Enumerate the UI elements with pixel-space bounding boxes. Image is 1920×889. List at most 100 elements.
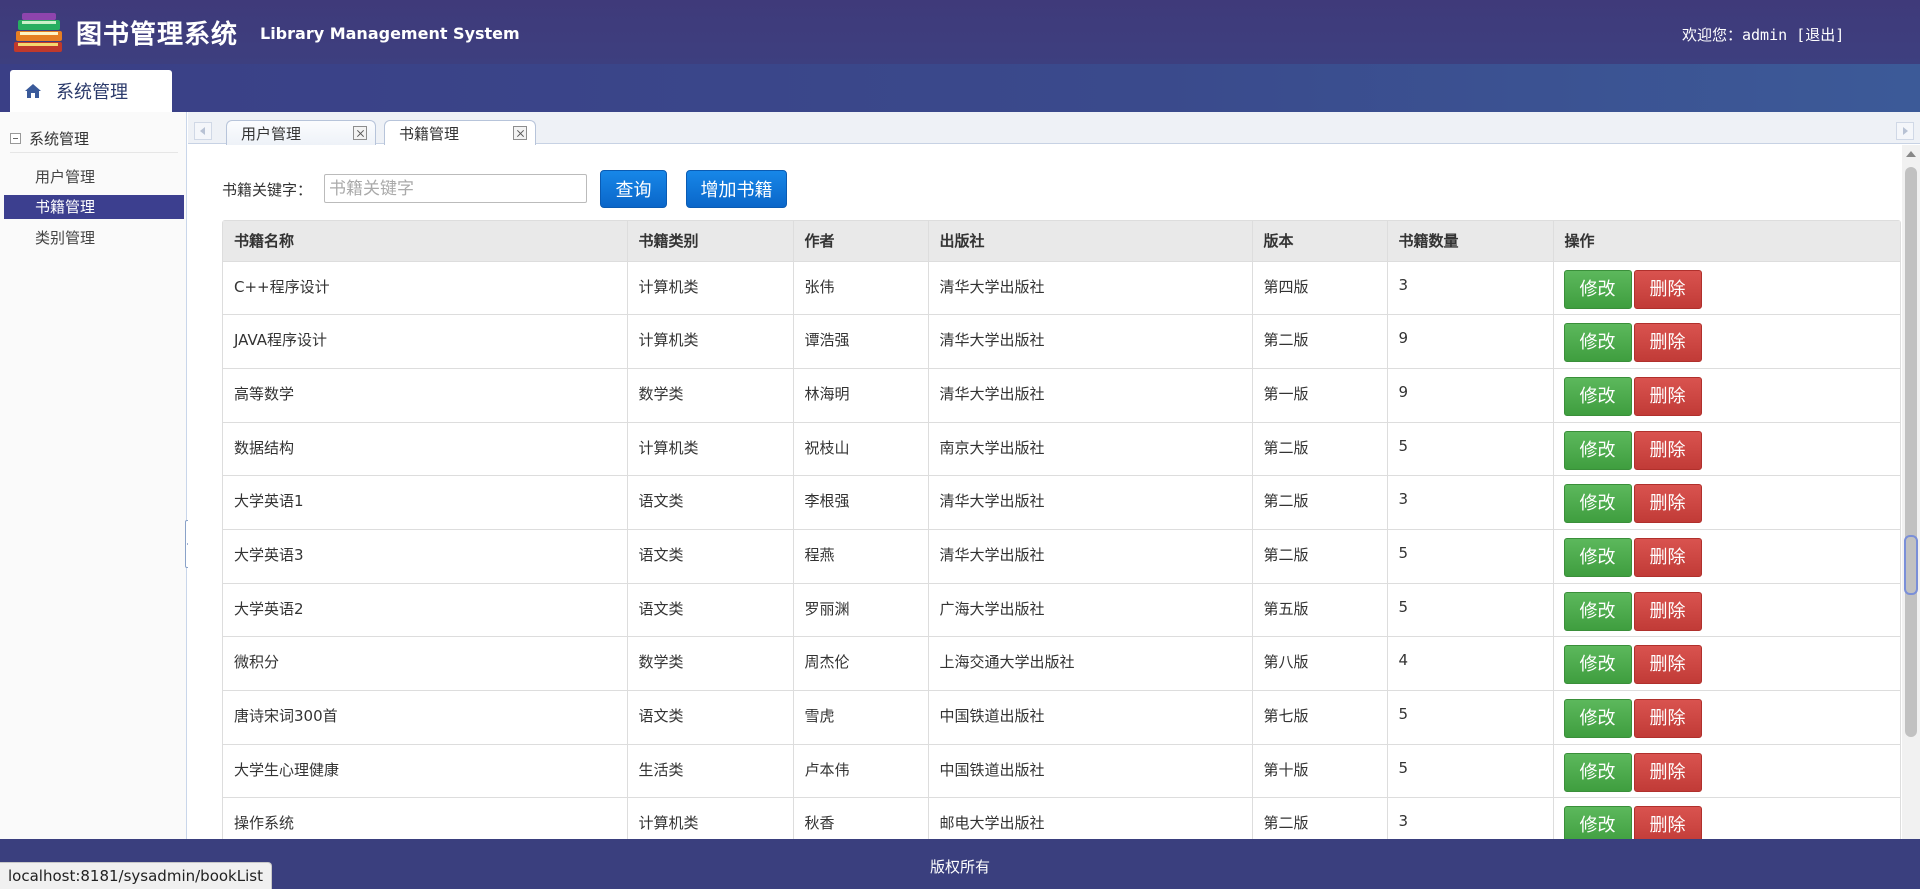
table-cell: 第二版 bbox=[1252, 475, 1388, 530]
sidebar-item-book-management[interactable]: 书籍管理 bbox=[4, 195, 184, 219]
table-cell: 5 bbox=[1387, 528, 1554, 584]
table-row: 大学英语1 语文类 李根强 清华大学出版社 第二版 3 修改 删除 bbox=[223, 475, 1900, 530]
table-cell: 3 bbox=[1387, 260, 1554, 315]
edit-button[interactable]: 修改 bbox=[1563, 537, 1632, 577]
table-cell: 3 bbox=[1387, 797, 1554, 839]
close-icon[interactable] bbox=[513, 126, 527, 140]
delete-button[interactable]: 删除 bbox=[1633, 323, 1702, 363]
scrollbar-thumb[interactable] bbox=[1905, 167, 1917, 737]
delete-button[interactable]: 删除 bbox=[1633, 484, 1702, 524]
books-logo-icon bbox=[14, 13, 62, 52]
table-cell: 计算机类 bbox=[627, 797, 794, 839]
delete-button[interactable]: 删除 bbox=[1633, 645, 1702, 685]
actions-cell: 修改 删除 bbox=[1553, 636, 1900, 691]
edit-button[interactable]: 修改 bbox=[1563, 699, 1632, 738]
edit-button[interactable]: 修改 bbox=[1563, 269, 1632, 309]
nav-tab-system-management[interactable]: 系统管理 bbox=[10, 70, 172, 112]
table-cell: 第四版 bbox=[1252, 260, 1388, 315]
table-cell: 数学类 bbox=[627, 367, 794, 423]
table-cell: 9 bbox=[1387, 314, 1554, 369]
edit-button[interactable]: 修改 bbox=[1563, 323, 1632, 363]
actions-cell: 修改 删除 bbox=[1553, 743, 1900, 798]
table-cell: 语文类 bbox=[627, 690, 794, 745]
delete-button[interactable]: 删除 bbox=[1633, 752, 1702, 792]
table-row: 微积分 数学类 周杰伦 上海交通大学出版社 第八版 4 修改 删除 bbox=[223, 636, 1900, 691]
edit-button[interactable]: 修改 bbox=[1563, 591, 1632, 631]
table-cell: 操作系统 bbox=[223, 797, 628, 839]
column-header: 书籍类别 bbox=[627, 221, 794, 261]
column-header: 作者 bbox=[793, 221, 929, 261]
column-header: 出版社 bbox=[928, 221, 1253, 261]
delete-button[interactable]: 删除 bbox=[1633, 430, 1702, 470]
main-content: 书籍关键字： 查询 增加书籍 书籍名称书籍类别作者出版社版本书籍数量操作 C++… bbox=[188, 145, 1920, 839]
books-table: 书籍名称 书籍类别 作者 出版社 版本 书籍数量 操作 C++程序设计 计算机类 张伟 清华大学出… bbox=[222, 220, 1901, 839]
tab-book-management[interactable]: 书籍管理 bbox=[384, 120, 536, 146]
add-book-button[interactable]: 增加书籍 bbox=[686, 170, 787, 208]
tab-strip: 用户管理 书籍管理 bbox=[188, 112, 1920, 146]
table-cell: 大学生心理健康 bbox=[223, 743, 628, 798]
table-cell: 4 bbox=[1387, 636, 1554, 691]
table-cell: 3 bbox=[1387, 475, 1554, 530]
edit-button[interactable]: 修改 bbox=[1563, 752, 1632, 792]
search-label: 书籍关键字： bbox=[222, 181, 313, 199]
table-cell: 第二版 bbox=[1252, 797, 1388, 839]
column-header: 书籍名称 bbox=[223, 221, 628, 261]
table-row: 数据结构 计算机类 祝枝山 南京大学出版社 第二版 5 修改 删除 bbox=[223, 421, 1900, 476]
home-icon bbox=[25, 84, 41, 98]
sidebar-group-header[interactable]: 系统管理 bbox=[10, 128, 89, 149]
welcome-logout-link[interactable]: 欢迎您：admin [退出] bbox=[1682, 24, 1844, 45]
table-cell: 南京大学出版社 bbox=[928, 421, 1253, 476]
table-cell: C++程序设计 bbox=[223, 260, 628, 315]
table-cell: 计算机类 bbox=[627, 260, 794, 315]
divider bbox=[10, 152, 178, 153]
close-icon[interactable] bbox=[353, 126, 367, 140]
tab-scroll-left-button[interactable] bbox=[194, 122, 212, 140]
delete-button[interactable]: 删除 bbox=[1633, 269, 1702, 309]
table-header-row: 书籍名称 书籍类别 作者 出版社 版本 书籍数量 操作 bbox=[223, 221, 1900, 261]
table-cell: 谭浩强 bbox=[793, 314, 929, 369]
sidebar-item-user-management[interactable]: 用户管理 bbox=[4, 165, 184, 189]
tab-scroll-right-button[interactable] bbox=[1896, 122, 1914, 140]
sidebar: 系统管理 用户管理 书籍管理 类别管理 bbox=[0, 112, 187, 839]
scroll-up-arrow-icon[interactable] bbox=[1906, 151, 1916, 157]
table-cell: 大学英语3 bbox=[223, 528, 628, 584]
table-cell: 5 bbox=[1387, 582, 1554, 637]
table-cell: 第十版 bbox=[1252, 743, 1388, 798]
delete-button[interactable]: 删除 bbox=[1633, 591, 1702, 631]
table-cell: 卢本伟 bbox=[793, 743, 929, 798]
actions-cell: 修改 删除 bbox=[1553, 475, 1900, 530]
column-header: 版本 bbox=[1252, 221, 1388, 261]
table-cell: 邮电大学出版社 bbox=[928, 797, 1253, 839]
delete-button[interactable]: 删除 bbox=[1633, 376, 1702, 416]
table-cell: 清华大学出版社 bbox=[928, 314, 1253, 369]
table-cell: 中国铁道出版社 bbox=[928, 690, 1253, 745]
table-cell: 数学类 bbox=[627, 636, 794, 691]
book-keyword-input[interactable] bbox=[324, 174, 587, 203]
table-row: 大学英语3 语文类 程燕 清华大学出版社 第二版 5 修改 删除 bbox=[223, 528, 1900, 584]
table-cell: 第五版 bbox=[1252, 582, 1388, 637]
edit-button[interactable]: 修改 bbox=[1563, 376, 1632, 416]
delete-button[interactable]: 删除 bbox=[1633, 537, 1702, 577]
delete-button[interactable]: 删除 bbox=[1633, 806, 1702, 839]
actions-cell: 修改 删除 bbox=[1553, 797, 1900, 839]
query-button[interactable]: 查询 bbox=[600, 170, 667, 208]
footer: 版权所有 bbox=[0, 839, 1920, 889]
edit-button[interactable]: 修改 bbox=[1563, 645, 1632, 685]
table-row: 唐诗宋词300首 语文类 雪虎 中国铁道出版社 第七版 5 修改 删除 bbox=[223, 690, 1900, 745]
table-cell: 计算机类 bbox=[627, 314, 794, 369]
table-cell: 清华大学出版社 bbox=[928, 528, 1253, 584]
table-cell: 第八版 bbox=[1252, 636, 1388, 691]
table-cell: 微积分 bbox=[223, 636, 628, 691]
table-cell: 中国铁道出版社 bbox=[928, 743, 1253, 798]
sidebar-item-category-management[interactable]: 类别管理 bbox=[4, 226, 184, 250]
edit-button[interactable]: 修改 bbox=[1563, 806, 1632, 839]
edit-button[interactable]: 修改 bbox=[1563, 484, 1632, 524]
table-cell: 清华大学出版社 bbox=[928, 367, 1253, 423]
vertical-scrollbar[interactable] bbox=[1902, 145, 1920, 839]
actions-cell: 修改 删除 bbox=[1553, 528, 1900, 584]
table-cell: 第二版 bbox=[1252, 314, 1388, 369]
table-cell: 罗丽渊 bbox=[793, 582, 929, 637]
edit-button[interactable]: 修改 bbox=[1563, 430, 1632, 470]
delete-button[interactable]: 删除 bbox=[1633, 699, 1702, 738]
tab-user-management[interactable]: 用户管理 bbox=[226, 120, 376, 145]
